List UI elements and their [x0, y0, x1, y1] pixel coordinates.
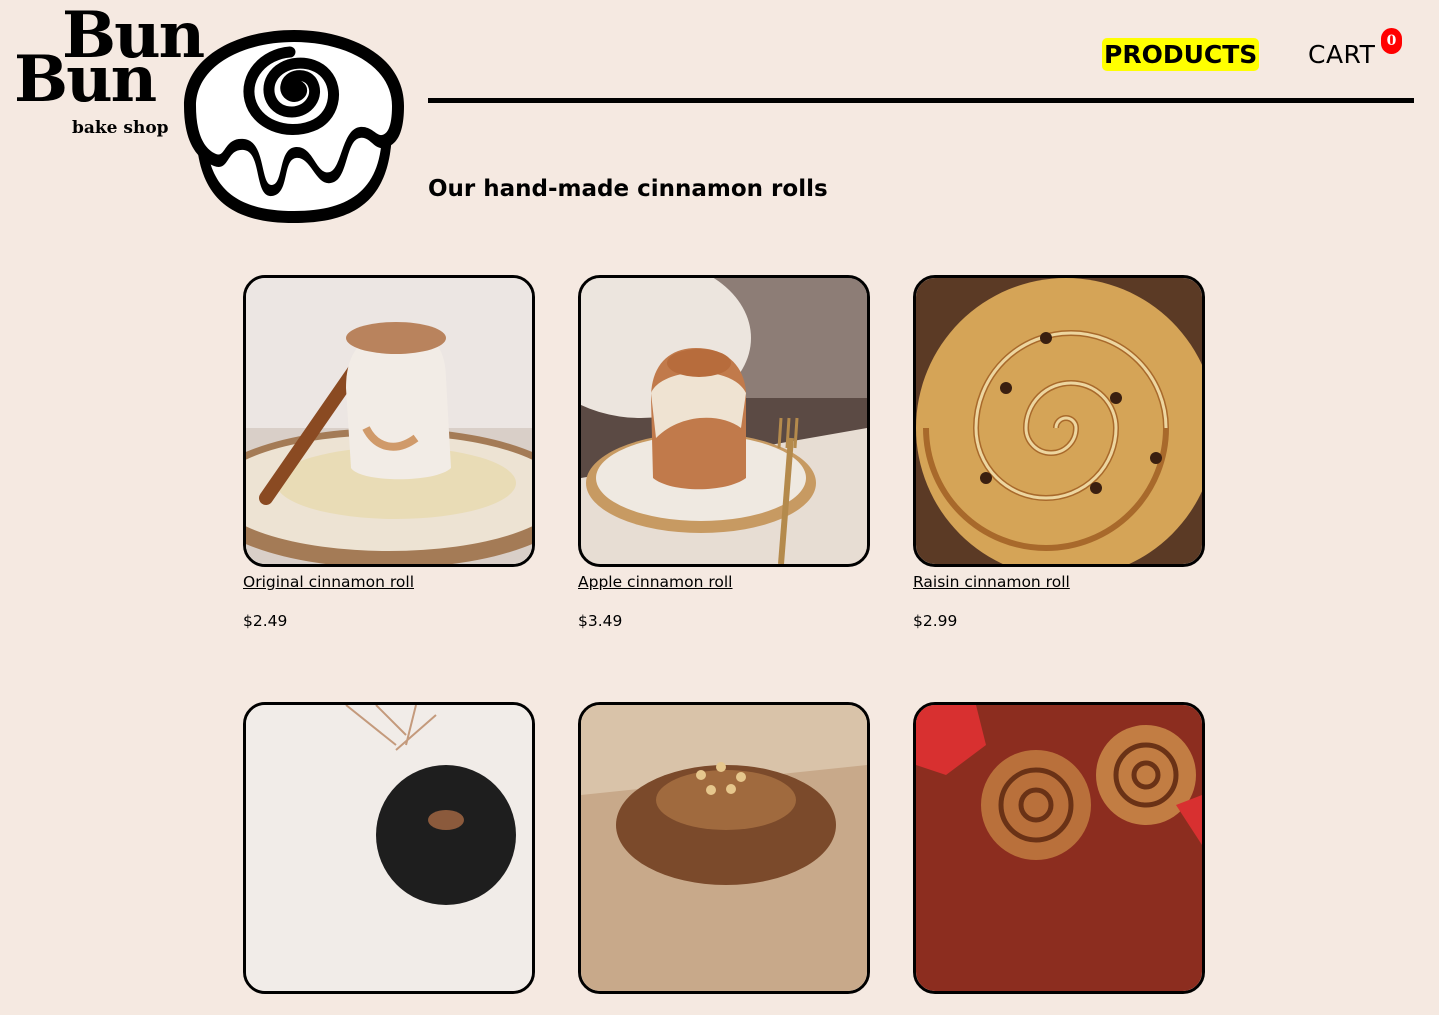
product-name-link[interactable]: Apple cinnamon roll	[578, 573, 870, 591]
product-name-link[interactable]: Raisin cinnamon roll	[913, 573, 1205, 591]
product-card: Raisin cinnamon roll $2.99	[913, 275, 1205, 630]
product-image[interactable]	[243, 275, 535, 567]
brand-logo[interactable]: Bun Bun bake shop	[0, 0, 420, 235]
product-card: Apple cinnamon roll $3.49	[578, 275, 870, 630]
logo-word-bottom: Bun	[14, 42, 157, 117]
product-price: $2.99	[913, 612, 958, 630]
product-card: Original cinnamon roll $2.49	[243, 275, 535, 630]
product-price: $2.49	[243, 612, 288, 630]
nav-cart-link[interactable]: CART	[1308, 40, 1375, 69]
logo-tagline: bake shop	[72, 118, 169, 138]
product-image[interactable]	[578, 275, 870, 567]
product-image[interactable]	[578, 702, 870, 994]
cart-count-badge: 0	[1381, 28, 1402, 54]
nav-products-link[interactable]: PRODUCTS	[1102, 38, 1260, 71]
cinnamon-bun-icon	[184, 30, 404, 223]
product-price: $3.49	[578, 612, 623, 630]
product-name-link[interactable]: Original cinnamon roll	[243, 573, 535, 591]
product-image[interactable]	[913, 702, 1205, 994]
product-card	[913, 702, 1205, 1015]
product-image[interactable]	[243, 702, 535, 994]
product-card	[243, 702, 535, 1015]
product-card	[578, 702, 870, 1015]
top-nav: PRODUCTS CART 0	[428, 28, 1414, 103]
product-image[interactable]	[913, 275, 1205, 567]
page-heading: Our hand-made cinnamon rolls	[428, 176, 828, 202]
